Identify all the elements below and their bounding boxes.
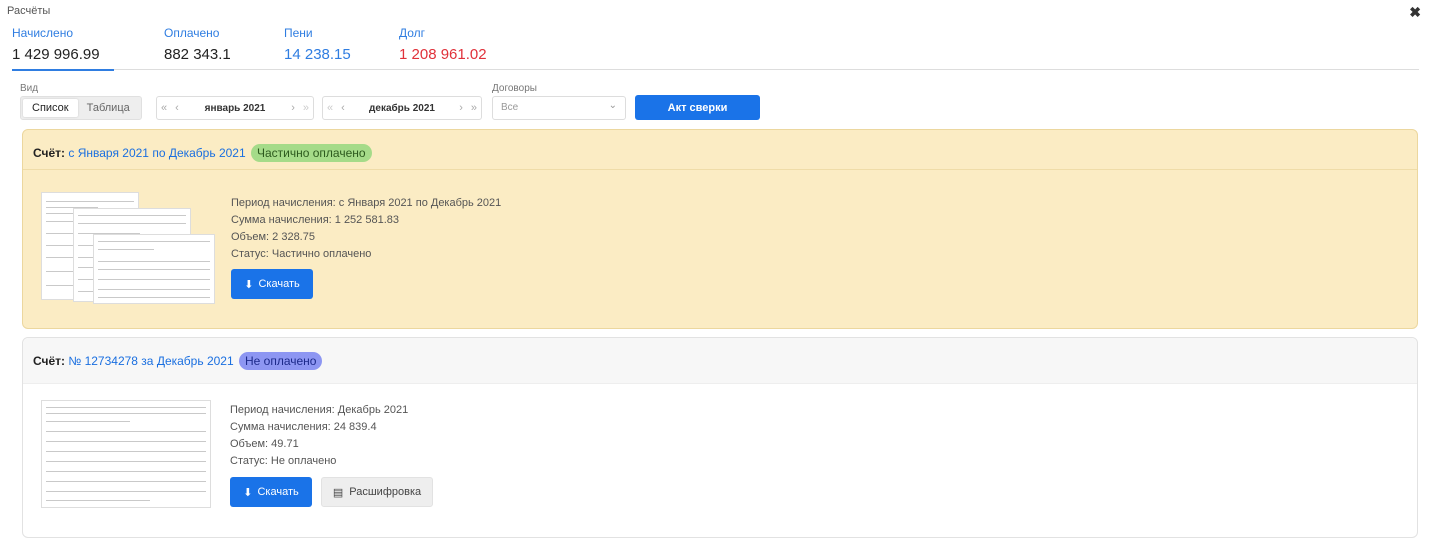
status-badge: Частично оплачено xyxy=(250,144,372,162)
view-list-option[interactable]: Список xyxy=(23,99,78,117)
status-badge: Не оплачено xyxy=(238,352,323,370)
total-paid-value: 882 343.1 xyxy=(164,46,231,63)
details-label: Расшифровка xyxy=(349,486,422,498)
bill-status: Статус: Не оплачено xyxy=(230,455,337,467)
bill-info: Период начисления: с Января 2021 по Дека… xyxy=(231,195,501,263)
download-label: Скачать xyxy=(257,486,299,498)
view-label: Вид xyxy=(20,83,39,94)
view-toggle: Список Таблица xyxy=(20,96,142,120)
bill-title-link[interactable]: с Января 2021 по Декабрь 2021 xyxy=(68,146,245,160)
bill-volume: Объем: 2 328.75 xyxy=(231,231,315,243)
period-from-picker: « ‹ январь 2021 › » xyxy=(156,96,314,120)
download-button[interactable]: ⬇ Скачать xyxy=(230,477,312,507)
details-button[interactable]: ▤ Расшифровка xyxy=(321,477,433,507)
download-icon: ⬇ xyxy=(243,486,253,499)
period-to-value[interactable]: декабрь 2021 xyxy=(349,103,455,114)
bill-amount: Сумма начисления: 1 252 581.83 xyxy=(231,214,399,226)
close-icon[interactable]: ✖ xyxy=(1409,4,1421,21)
chevron-right-icon[interactable]: › xyxy=(287,102,299,114)
totals-bar: Начислено 1 429 996.99 Оплачено 882 343.… xyxy=(12,26,1419,71)
bill-status: Статус: Частично оплачено xyxy=(231,248,372,260)
double-chevron-right-icon[interactable]: » xyxy=(299,102,313,114)
bill-period: Период начисления: с Января 2021 по Дека… xyxy=(231,197,502,209)
chevron-left-icon[interactable]: ‹ xyxy=(337,102,349,114)
total-paid[interactable]: Оплачено 882 343.1 xyxy=(164,26,231,63)
total-penalty[interactable]: Пени 14 238.15 xyxy=(284,26,351,63)
total-debt-label: Долг xyxy=(399,26,426,40)
bill-header: Счёт: № 12734278 за Декабрь 2021 Не опла… xyxy=(23,338,1417,384)
table-icon: ▤ xyxy=(332,486,344,499)
bill-volume: Объем: 49.71 xyxy=(230,438,299,450)
total-charged-label: Начислено xyxy=(12,26,74,40)
double-chevron-right-icon[interactable]: » xyxy=(467,102,481,114)
bill-header: Счёт: с Января 2021 по Декабрь 2021 Част… xyxy=(23,130,1417,170)
window-title: Расчёты xyxy=(7,5,51,17)
bill-prefix: Счёт: xyxy=(33,146,66,160)
bill-thumbnail[interactable] xyxy=(41,400,211,508)
act-reconciliation-button[interactable]: Акт сверки xyxy=(635,95,760,120)
download-icon: ⬇ xyxy=(244,278,254,291)
total-debt-value: 1 208 961.02 xyxy=(399,46,487,63)
bill-title-link[interactable]: № 12734278 за Декабрь 2021 xyxy=(68,354,233,368)
double-chevron-left-icon[interactable]: « xyxy=(323,102,337,114)
bill-amount: Сумма начисления: 24 839.4 xyxy=(230,421,377,433)
bill-card: Счёт: № 12734278 за Декабрь 2021 Не опла… xyxy=(22,337,1418,538)
download-label: Скачать xyxy=(258,278,300,290)
bill-info: Период начисления: Декабрь 2021 Сумма на… xyxy=(230,402,408,470)
period-to-picker: « ‹ декабрь 2021 › » xyxy=(322,96,482,120)
view-table-option[interactable]: Таблица xyxy=(78,99,139,117)
download-button[interactable]: ⬇ Скачать xyxy=(231,269,313,299)
chevron-down-icon: ⌄ xyxy=(608,100,617,111)
period-from-value[interactable]: январь 2021 xyxy=(183,103,287,114)
chevron-left-icon[interactable]: ‹ xyxy=(171,102,183,114)
total-penalty-label: Пени xyxy=(284,26,313,40)
total-penalty-value: 14 238.15 xyxy=(284,46,351,63)
total-debt[interactable]: Долг 1 208 961.02 xyxy=(399,26,487,63)
chevron-right-icon[interactable]: › xyxy=(455,102,467,114)
contracts-label: Договоры xyxy=(492,83,537,94)
bill-card: Счёт: с Января 2021 по Декабрь 2021 Част… xyxy=(22,129,1418,329)
total-paid-label: Оплачено xyxy=(164,26,220,40)
bill-prefix: Счёт: xyxy=(33,354,66,368)
contracts-select-value: Все xyxy=(501,102,519,113)
bill-period: Период начисления: Декабрь 2021 xyxy=(230,404,409,416)
contracts-select[interactable]: Все ⌄ xyxy=(492,96,626,120)
total-charged-value: 1 429 996.99 xyxy=(12,46,100,63)
total-charged[interactable]: Начислено 1 429 996.99 xyxy=(12,26,114,71)
bill-thumbnail[interactable] xyxy=(93,234,215,304)
double-chevron-left-icon[interactable]: « xyxy=(157,102,171,114)
